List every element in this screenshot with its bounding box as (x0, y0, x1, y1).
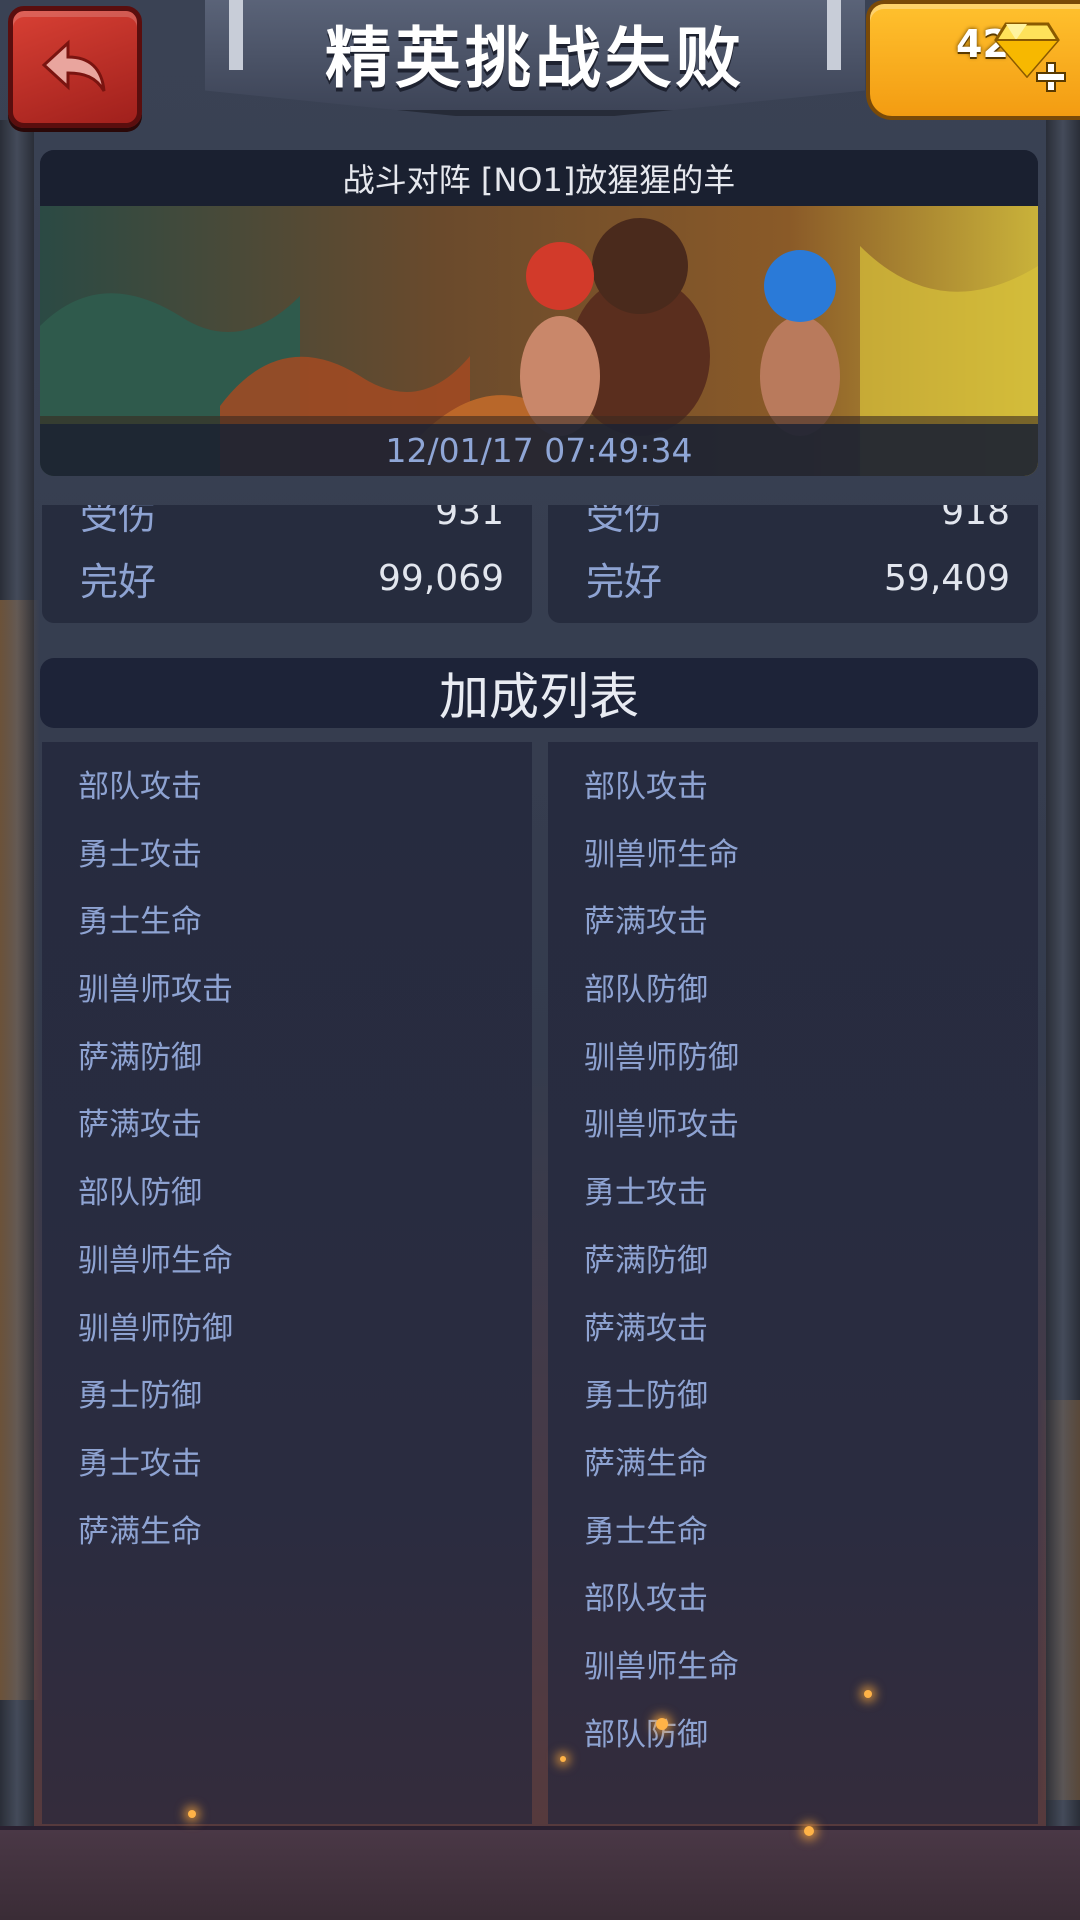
stat-value: 931 (435, 505, 504, 533)
gem-panel[interactable]: 42 (866, 0, 1080, 120)
stat-value: 99,069 (378, 557, 504, 599)
list-item: 驯兽师防御 (78, 1310, 233, 1347)
list-item: 勇士防御 (78, 1378, 202, 1415)
bonus-list-title: 加成列表 (439, 668, 639, 726)
list-item: 部队防御 (584, 1716, 708, 1753)
list-item: 勇士攻击 (584, 1175, 708, 1212)
list-item: 部队攻击 (584, 1581, 708, 1618)
stat-row-intact: 完好 99,069 (80, 553, 504, 604)
stats-panel-left: 受伤 931 完好 99,069 (42, 505, 532, 623)
matchup-text: 战斗对阵 [NO1]放猩猩的羊 (342, 161, 736, 199)
title-plate: 精英挑战失败 (205, 0, 865, 116)
list-item: 勇士攻击 (78, 1445, 202, 1482)
list-item: 勇士攻击 (78, 836, 202, 873)
list-item: 勇士生命 (78, 904, 202, 941)
stat-label: 受伤 (586, 505, 663, 538)
page-title: 精英挑战失败 (325, 20, 745, 97)
bonus-list-left[interactable]: 部队攻击 勇士攻击 勇士生命 驯兽师攻击 萨满防御 萨满攻击 部队防御 驯兽师生… (42, 742, 532, 1824)
stat-row-intact: 完好 59,409 (586, 553, 1010, 604)
ember-particle (560, 1756, 566, 1762)
stat-value: 59,409 (884, 557, 1010, 599)
battle-timestamp: 12/01/17 07:49:34 (385, 430, 693, 470)
list-item: 萨满攻击 (78, 1107, 202, 1144)
list-item: 萨满生命 (78, 1513, 202, 1550)
stat-label: 完好 (586, 559, 663, 604)
list-item: 驯兽师防御 (584, 1039, 739, 1076)
stone-frame-bottom (0, 1826, 1080, 1920)
list-item: 部队攻击 (78, 769, 202, 805)
list-item: 部队攻击 (584, 769, 708, 805)
matchup-bar: 战斗对阵 [NO1]放猩猩的羊 (40, 150, 1038, 206)
list-item: 驯兽师生命 (584, 836, 739, 873)
timestamp-bar: 12/01/17 07:49:34 (40, 424, 1038, 476)
list-item: 驯兽师生命 (78, 1242, 233, 1279)
list-item: 萨满攻击 (584, 904, 708, 941)
list-item: 部队防御 (78, 1175, 202, 1212)
list-item: 驯兽师生命 (584, 1648, 739, 1685)
fire-glow-left (0, 600, 40, 1700)
ember-particle (864, 1690, 872, 1698)
ember-particle (804, 1826, 814, 1836)
battle-banner: 战斗对阵 [NO1]放猩猩的羊 12/01/17 07:49:34 (40, 150, 1038, 476)
stats-panel-right: 受伤 918 完好 59,409 (548, 505, 1038, 623)
stat-label: 受伤 (80, 505, 157, 538)
back-arrow-icon (41, 39, 106, 92)
fire-glow-right (1040, 1400, 1080, 1800)
ember-particle (188, 1810, 196, 1818)
list-item: 部队防御 (584, 972, 708, 1009)
ember-particle (656, 1718, 668, 1730)
list-item: 萨满防御 (584, 1242, 708, 1279)
list-item: 萨满生命 (584, 1445, 708, 1482)
list-item: 勇士防御 (584, 1378, 708, 1415)
add-gems-plus-icon[interactable] (1034, 60, 1068, 94)
bonus-list-right[interactable]: 部队攻击 驯兽师生命 萨满攻击 部队防御 驯兽师防御 驯兽师攻击 勇士攻击 萨满… (548, 742, 1038, 1824)
list-item: 萨满攻击 (584, 1310, 708, 1347)
list-item: 勇士生命 (584, 1513, 708, 1550)
back-button[interactable] (8, 6, 142, 128)
stat-label: 完好 (80, 559, 157, 604)
stat-row-injured: 受伤 931 (80, 505, 504, 538)
bonus-list-header: 加成列表 (40, 658, 1038, 728)
list-item: 驯兽师攻击 (78, 972, 233, 1009)
list-item: 萨满防御 (78, 1039, 202, 1076)
list-item: 驯兽师攻击 (584, 1107, 739, 1144)
stat-row-injured: 受伤 918 (586, 505, 1010, 538)
stat-value: 918 (941, 505, 1010, 533)
